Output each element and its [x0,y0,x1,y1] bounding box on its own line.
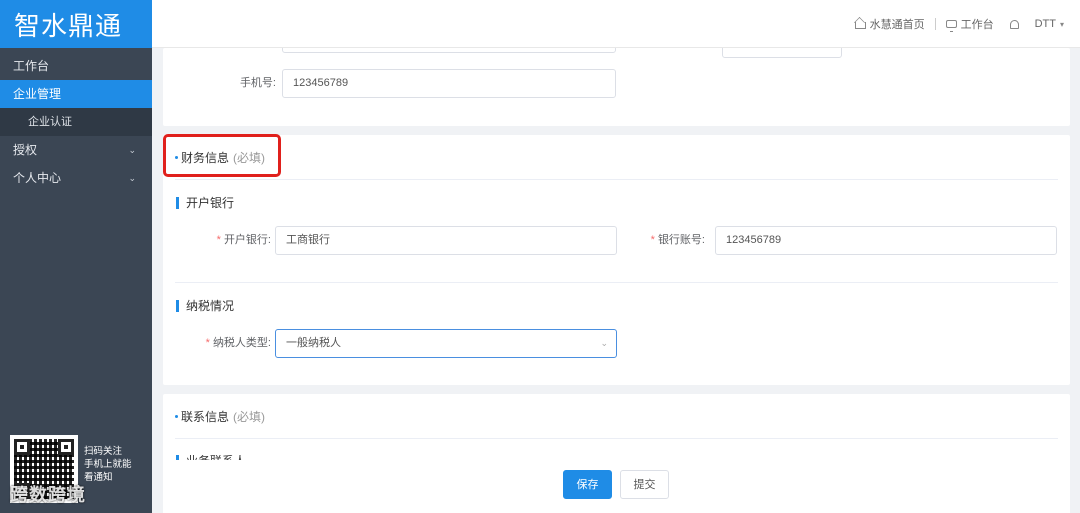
notification-button[interactable] [1009,19,1019,29]
section-divider [175,282,1058,283]
home-icon [854,22,866,29]
bank-account-input[interactable]: 123456789 [715,226,1057,255]
workbench-link[interactable]: 工作台 [945,16,994,32]
finance-card: 财务信息 (必填) 开户银行 * 开户银行: 工商银行 * 银行账号: 123456… [163,135,1070,385]
sidebar-subitem-enterprise-cert[interactable]: 企业认证 [0,108,152,136]
sidebar-item-label: 企业管理 [13,87,62,101]
sidebar-item-authorization[interactable]: 授权 ⌄ [0,136,152,164]
user-name: DTT [1034,18,1056,30]
workbench-link-label: 工作台 [960,19,994,31]
taxpayer-type-value: 一般纳税人 [286,337,341,349]
taxpayer-type-label: * 纳税人类型: [205,337,271,349]
top-header: 水慧通首页 工作台 DTT ▾ [152,0,1080,48]
qr-promo: 扫码关注 手机上就能 看通知 跨数跨境 [10,435,150,505]
sidebar-item-label: 企业认证 [28,116,72,128]
section-divider [175,438,1058,439]
bank-name-input[interactable]: 工商银行 [275,226,617,255]
main-content: 手机号: 123456789 财务信息 (必填) 开户银行 * 开户银行: 工商银… [152,48,1080,513]
desktop-icon [945,20,957,32]
partial-upload-field[interactable] [722,48,842,58]
chevron-down-icon: ⌄ [128,173,136,183]
bullet-icon [175,415,178,418]
chevron-down-icon: ⌄ [600,338,608,348]
taxpayer-type-select[interactable]: 一般纳税人 ⌄ [275,329,617,358]
contact-sub-title: 业务联系人 [176,455,246,460]
section-divider [175,179,1058,180]
bank-group-title: 开户银行 [176,197,234,209]
chevron-down-icon: ⌄ [128,145,136,155]
basic-info-card: 手机号: 123456789 [163,48,1070,126]
sidebar-item-label: 工作台 [13,59,50,73]
user-menu[interactable]: DTT ▾ [1035,18,1064,30]
logo-text: 智水鼎通 [14,11,123,42]
sidebar-item-enterprise[interactable]: 企业管理 [0,80,152,108]
phone-input[interactable]: 123456789 [282,69,616,98]
bank-name-label: * 开户银行: [216,234,271,246]
annotation-highlight-box [163,134,281,177]
contact-section-title: 联系信息 (必填) [175,408,265,425]
header-divider [934,18,936,30]
sidebar-item-label: 个人中心 [13,171,62,185]
tax-group-title: 纳税情况 [176,300,234,312]
partial-input-field[interactable] [282,48,616,53]
sidebar-item-label: 授权 [13,143,38,157]
phone-label: 手机号: [239,77,276,89]
caret-down-icon: ▾ [1059,19,1064,29]
logo[interactable]: 智水鼎通 [0,0,152,48]
save-button[interactable]: 保存 [563,470,612,499]
qr-note: 扫码关注 手机上就能 看通知 [84,446,132,483]
bank-account-label: * 银行账号: [650,234,705,246]
sidebar-nav: 工作台 企业管理 企业认证 授权 ⌄ 个人中心 ⌄ [0,52,152,192]
home-link-label: 水慧通首页 [869,19,925,31]
header-actions: 水慧通首页 工作台 DTT ▾ [854,0,1064,48]
sidebar-item-personal-center[interactable]: 个人中心 ⌄ [0,164,152,192]
contact-card: 联系信息 (必填) 业务联系人 保存 提交 [163,394,1070,513]
sidebar-item-workbench[interactable]: 工作台 [0,52,152,80]
sidebar: 智水鼎通 工作台 企业管理 企业认证 授权 ⌄ 个人中心 ⌄ 扫码关注 手机上就 [0,0,152,513]
home-link[interactable]: 水慧通首页 [854,16,925,32]
submit-button[interactable]: 提交 [620,470,669,499]
bell-icon [1009,19,1019,29]
watermark-text: 跨数跨境 [10,485,86,505]
